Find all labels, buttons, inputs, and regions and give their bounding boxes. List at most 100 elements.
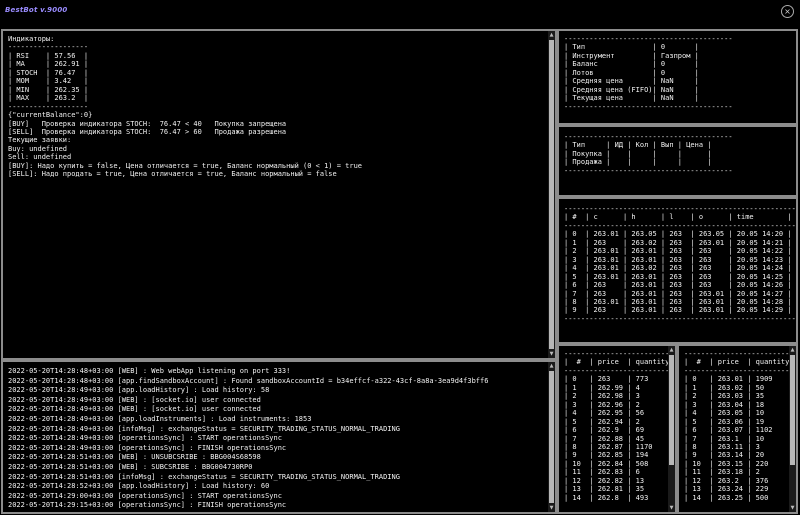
text-line: 2022-05-20T14:28:48+03:00 [WEB] : Web we… (8, 367, 291, 375)
text-line: 2022-05-20T14:28:51+03:00 [WEB] : SUBCSR… (8, 462, 253, 471)
scroll-thumb[interactable] (549, 371, 554, 503)
candles-text: ----------------------------------------… (559, 199, 796, 323)
text-line: | MIN | 262.35 | (8, 85, 89, 94)
asks-text: ------------------------- | # | price | q… (559, 346, 675, 502)
text-line: | 6 | 263.07 | 1102 | (684, 426, 798, 435)
close-button[interactable]: × (781, 5, 794, 18)
text-line: 2022-05-20T14:28:51+03:00 [WEB] : UNSUBC… (8, 453, 261, 462)
text-line: 2022-05-20T14:28:49+03:00 [app.loadInstr… (8, 414, 312, 423)
scroll-down-icon[interactable]: ▼ (668, 504, 675, 512)
text-line: | 5 | 263.01 | 263.01 | 263 | 263 | 20.0… (564, 272, 798, 281)
scroll-up-icon[interactable]: ▲ (668, 346, 675, 354)
text-line: | 3 | 263.01 | 263.01 | 263 | 263 | 20.0… (564, 255, 798, 264)
text-line: | 5 | 262.94 | 2 | (564, 417, 677, 426)
text-line: | 1 | 263 | 263.02 | 263 | 263.01 | 20.0… (564, 238, 798, 247)
text-line: | MA | 262.91 | (8, 60, 89, 69)
text-line: | Инструмент | Газпром | (564, 51, 699, 60)
text-line: 2022-05-20T14:28:49+03:00 [operationsSyn… (8, 434, 282, 443)
indicators-panel[interactable]: Индикаторы: ------------------- | RSI | 57… (1, 29, 557, 360)
text-line: | Средняя цена | NaN | (564, 77, 699, 86)
text-line: ---------------------------------------- (564, 133, 733, 141)
text-line: | 0 | 263 | 773 | (564, 375, 677, 384)
text-line: Индикаторы: (8, 35, 55, 43)
text-line: | Покупка | | | | | (564, 149, 712, 158)
text-line: | Тип | 0 | (564, 43, 699, 52)
text-line: 2022-05-20T14:29:00+03:00 [operationsSyn… (8, 491, 282, 500)
indicators-text: Индикаторы: ------------------- | RSI | 57… (3, 31, 555, 179)
text-line: ----------------------------------------… (564, 221, 798, 230)
scroll-thumb[interactable] (669, 355, 674, 465)
indicators-scrollbar[interactable]: ▲ ▼ (548, 31, 555, 358)
text-line: | 2 | 262.98 | 3 | (564, 392, 677, 401)
text-line: | 12 | 263.2 | 376 | (684, 476, 798, 485)
text-line: | Продажа | | | | | (564, 158, 712, 167)
text-line: | 9 | 263 | 263.01 | 263 | 263.01 | 20.0… (564, 306, 798, 315)
text-line: | 1 | 263.02 | 50 | (684, 383, 798, 392)
text-line: ------------------------- (564, 366, 670, 375)
text-line: | 9 | 262.85 | 194 | (564, 451, 677, 460)
text-line: 2022-05-20T14:28:51+03:00 [infoMsg] : ex… (8, 472, 400, 481)
text-line: | 6 | 263 | 263.01 | 263 | 263 | 20.05 1… (564, 281, 798, 290)
bids-scrollbar[interactable]: ▲ ▼ (789, 346, 796, 512)
text-line: | # | c | h | l | o | time | v | (564, 213, 798, 222)
scroll-thumb[interactable] (790, 355, 795, 465)
log-text: 2022-05-20T14:28:48+03:00 [WEB] : Web we… (3, 362, 555, 511)
app-title: BestBot v.9000 (5, 6, 68, 14)
text-line: | STOCH | 76.47 | (8, 68, 89, 77)
text-line: ---------------------------------------- (564, 102, 733, 111)
text-line: | Тип | ИД | Кол | Вып | Цена | (564, 141, 712, 150)
text-line: | 11 | 263.18 | 2 | (684, 468, 798, 477)
text-line: | 13 | 263.24 | 229 | (684, 485, 798, 494)
scroll-up-icon[interactable]: ▲ (548, 31, 555, 39)
log-scrollbar[interactable]: ▲ ▼ (548, 362, 555, 512)
text-line: ------------------- (8, 43, 89, 52)
text-line: ------------------------- (684, 350, 790, 358)
text-line: ----------------------------------------… (564, 205, 798, 213)
text-line: | 3 | 263.04 | 18 | (684, 400, 798, 409)
scroll-up-icon[interactable]: ▲ (548, 362, 555, 370)
orderbook-bids-panel[interactable]: ------------------------- | # | price | q… (677, 344, 798, 514)
text-line: | 14 | 262.8 | 493 | (564, 493, 677, 502)
text-line: Buy: undefined (8, 144, 68, 153)
text-line: | Лотов | 0 | (564, 68, 699, 77)
text-line: ---------------------------------------- (564, 35, 733, 43)
scroll-down-icon[interactable]: ▼ (789, 504, 796, 512)
text-line: 2022-05-20T14:29:15+03:00 [operationsSyn… (8, 501, 287, 510)
text-line: | 8 | 262.87 | 1170 | (564, 442, 677, 451)
text-line: | 7 | 263 | 263.01 | 263 | 263.01 | 20.0… (564, 289, 798, 298)
scroll-down-icon[interactable]: ▼ (548, 504, 555, 512)
text-line: | 4 | 262.95 | 56 | (564, 409, 677, 418)
text-line: 2022-05-20T14:28:49+03:00 [operationsSyn… (8, 443, 287, 452)
text-line: | Текущая цена | NaN | (564, 94, 699, 103)
text-line: | 2 | 263.01 | 263.01 | 263 | 263 | 20.0… (564, 247, 798, 256)
text-line: | 12 | 262.82 | 13 | (564, 476, 677, 485)
text-line: | 1 | 262.99 | 4 | (564, 383, 677, 392)
text-line: {"currentBalance":0} (8, 111, 93, 120)
log-panel[interactable]: 2022-05-20T14:28:48+03:00 [WEB] : Web we… (1, 360, 557, 514)
text-line: | 6 | 262.9 | 69 | (564, 426, 677, 435)
text-line: | 0 | 263.01 | 263.05 | 263 | 263.05 | 2… (564, 230, 798, 239)
text-line: | 8 | 263.01 | 263.01 | 263 | 263.01 | 2… (564, 297, 798, 306)
text-line: [SELL] Проверка индикатора STOCH: 76.47 … (8, 127, 287, 136)
text-line: 2022-05-20T14:28:52+03:00 [app.loadHisto… (8, 482, 270, 491)
text-line: | Средняя цена (FIFO)| NaN | (564, 85, 699, 94)
text-line: | RSI | 57.56 | (8, 51, 89, 60)
orderbook-asks-panel[interactable]: ------------------------- | # | price | q… (557, 344, 677, 514)
orders-panel: ----------------------------------------… (557, 125, 798, 197)
text-line: | 4 | 263.05 | 10 | (684, 409, 798, 418)
text-line: | 5 | 263.06 | 19 | (684, 417, 798, 426)
text-line: ----------------------------------------… (564, 314, 798, 323)
text-line: | 10 | 263.15 | 220 | (684, 459, 798, 468)
scroll-thumb[interactable] (549, 40, 554, 349)
text-line: [SELL]: Надо продать = true, Цена отлича… (8, 170, 337, 179)
text-line: [BUY]: Надо купить = false, Цена отличае… (8, 161, 363, 170)
scroll-up-icon[interactable]: ▲ (789, 346, 796, 354)
scroll-down-icon[interactable]: ▼ (548, 350, 555, 358)
asks-scrollbar[interactable]: ▲ ▼ (668, 346, 675, 512)
text-line: | 14 | 263.25 | 500 | (684, 493, 798, 502)
text-line: | 8 | 263.11 | 3 | (684, 442, 798, 451)
text-line: | # | price | quantity | (684, 358, 798, 367)
text-line: ---------------------------------------- (564, 166, 733, 175)
text-line: 2022-05-20T14:28:49+03:00 [WEB] : [socke… (8, 405, 261, 414)
text-line: | 3 | 262.96 | 2 | (564, 400, 677, 409)
